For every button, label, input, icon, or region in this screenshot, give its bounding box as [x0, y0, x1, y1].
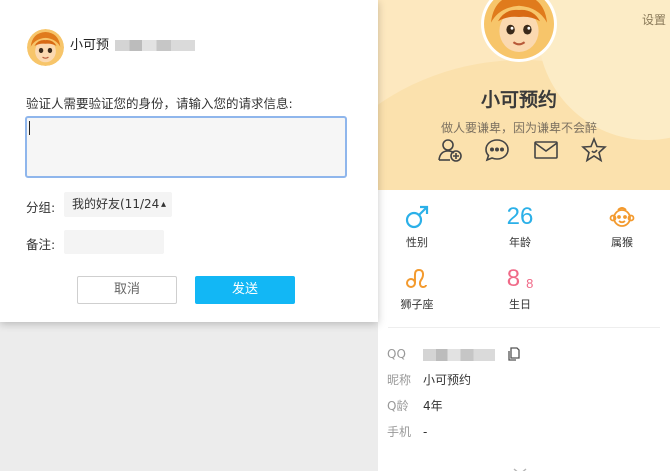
- info-row-phone: 手机 -: [387, 422, 657, 442]
- stat-age: 26 年龄: [485, 202, 555, 250]
- info-key-nickname: 昵称: [387, 373, 412, 387]
- info-key-q-age: Q龄: [387, 399, 409, 413]
- qq-number-masked: [423, 344, 495, 364]
- group-label: 分组:: [26, 200, 56, 215]
- stat-birthday: 88 生日: [485, 264, 555, 312]
- leo-icon: [382, 264, 452, 294]
- info-val-phone: -: [423, 425, 428, 439]
- text-caret: [29, 121, 30, 135]
- add-friend-icon[interactable]: [436, 136, 464, 164]
- profile-avatar[interactable]: [481, 0, 557, 62]
- stat-constellation: 狮子座: [382, 264, 452, 312]
- contact-avatar: [27, 29, 64, 66]
- info-divider: [388, 327, 660, 328]
- chat-bubble-icon[interactable]: [483, 136, 511, 164]
- info-row-q-age: Q龄 4年: [387, 396, 657, 416]
- stat-zodiac: 属猴: [587, 202, 657, 250]
- copy-icon[interactable]: [507, 346, 521, 362]
- profile-signature: 做人要谦卑，因为谦卑不会醉: [440, 121, 597, 135]
- monkey-icon: [587, 202, 657, 232]
- profile-stats: 性别 26 年龄 属猴 狮子座 8 8 生日: [378, 190, 670, 320]
- settings-link[interactable]: 设置: [642, 11, 666, 28]
- remark-label: 备注:: [26, 237, 56, 252]
- friend-request-dialog: 小可预 验证人需要验证您的身份，请输入您的请求信息: 分组: 我的好友(11/2…: [0, 0, 378, 322]
- profile-card: 设置 小可预约 做人要谦卑，因为谦卑不会醉 性别 26 年龄 属猴 狮子座 8 …: [378, 0, 670, 471]
- cancel-button[interactable]: 取消: [77, 276, 177, 304]
- info-val-nickname: 小可预约: [423, 373, 472, 387]
- remark-input[interactable]: [64, 230, 164, 254]
- contact-name: 小可预: [70, 34, 196, 53]
- request-prompt: 验证人需要验证您的身份，请输入您的请求信息:: [26, 96, 293, 111]
- info-key-phone: 手机: [387, 425, 412, 439]
- info-row-qq: QQ: [387, 344, 657, 364]
- info-val-q-age: 4年: [423, 399, 443, 413]
- stat-gender: 性别: [382, 202, 452, 250]
- birthday-value: 88: [506, 265, 534, 292]
- star-icon[interactable]: [580, 136, 608, 164]
- profile-actions: [430, 136, 620, 164]
- dropdown-arrow-icon: ▴: [160, 199, 166, 210]
- chevron-down-icon[interactable]: [512, 462, 528, 471]
- group-select[interactable]: 我的好友(11/24 ▴: [64, 192, 172, 217]
- masked-name: [115, 40, 196, 51]
- male-icon: [382, 202, 452, 232]
- mail-icon[interactable]: [532, 136, 560, 164]
- request-message-input[interactable]: [25, 116, 347, 178]
- age-value: 26: [506, 203, 534, 230]
- profile-name: 小可预约: [480, 89, 557, 111]
- info-row-nickname: 昵称 小可预约: [387, 370, 657, 390]
- send-button[interactable]: 发送: [195, 276, 295, 304]
- info-key-qq: QQ: [387, 347, 406, 361]
